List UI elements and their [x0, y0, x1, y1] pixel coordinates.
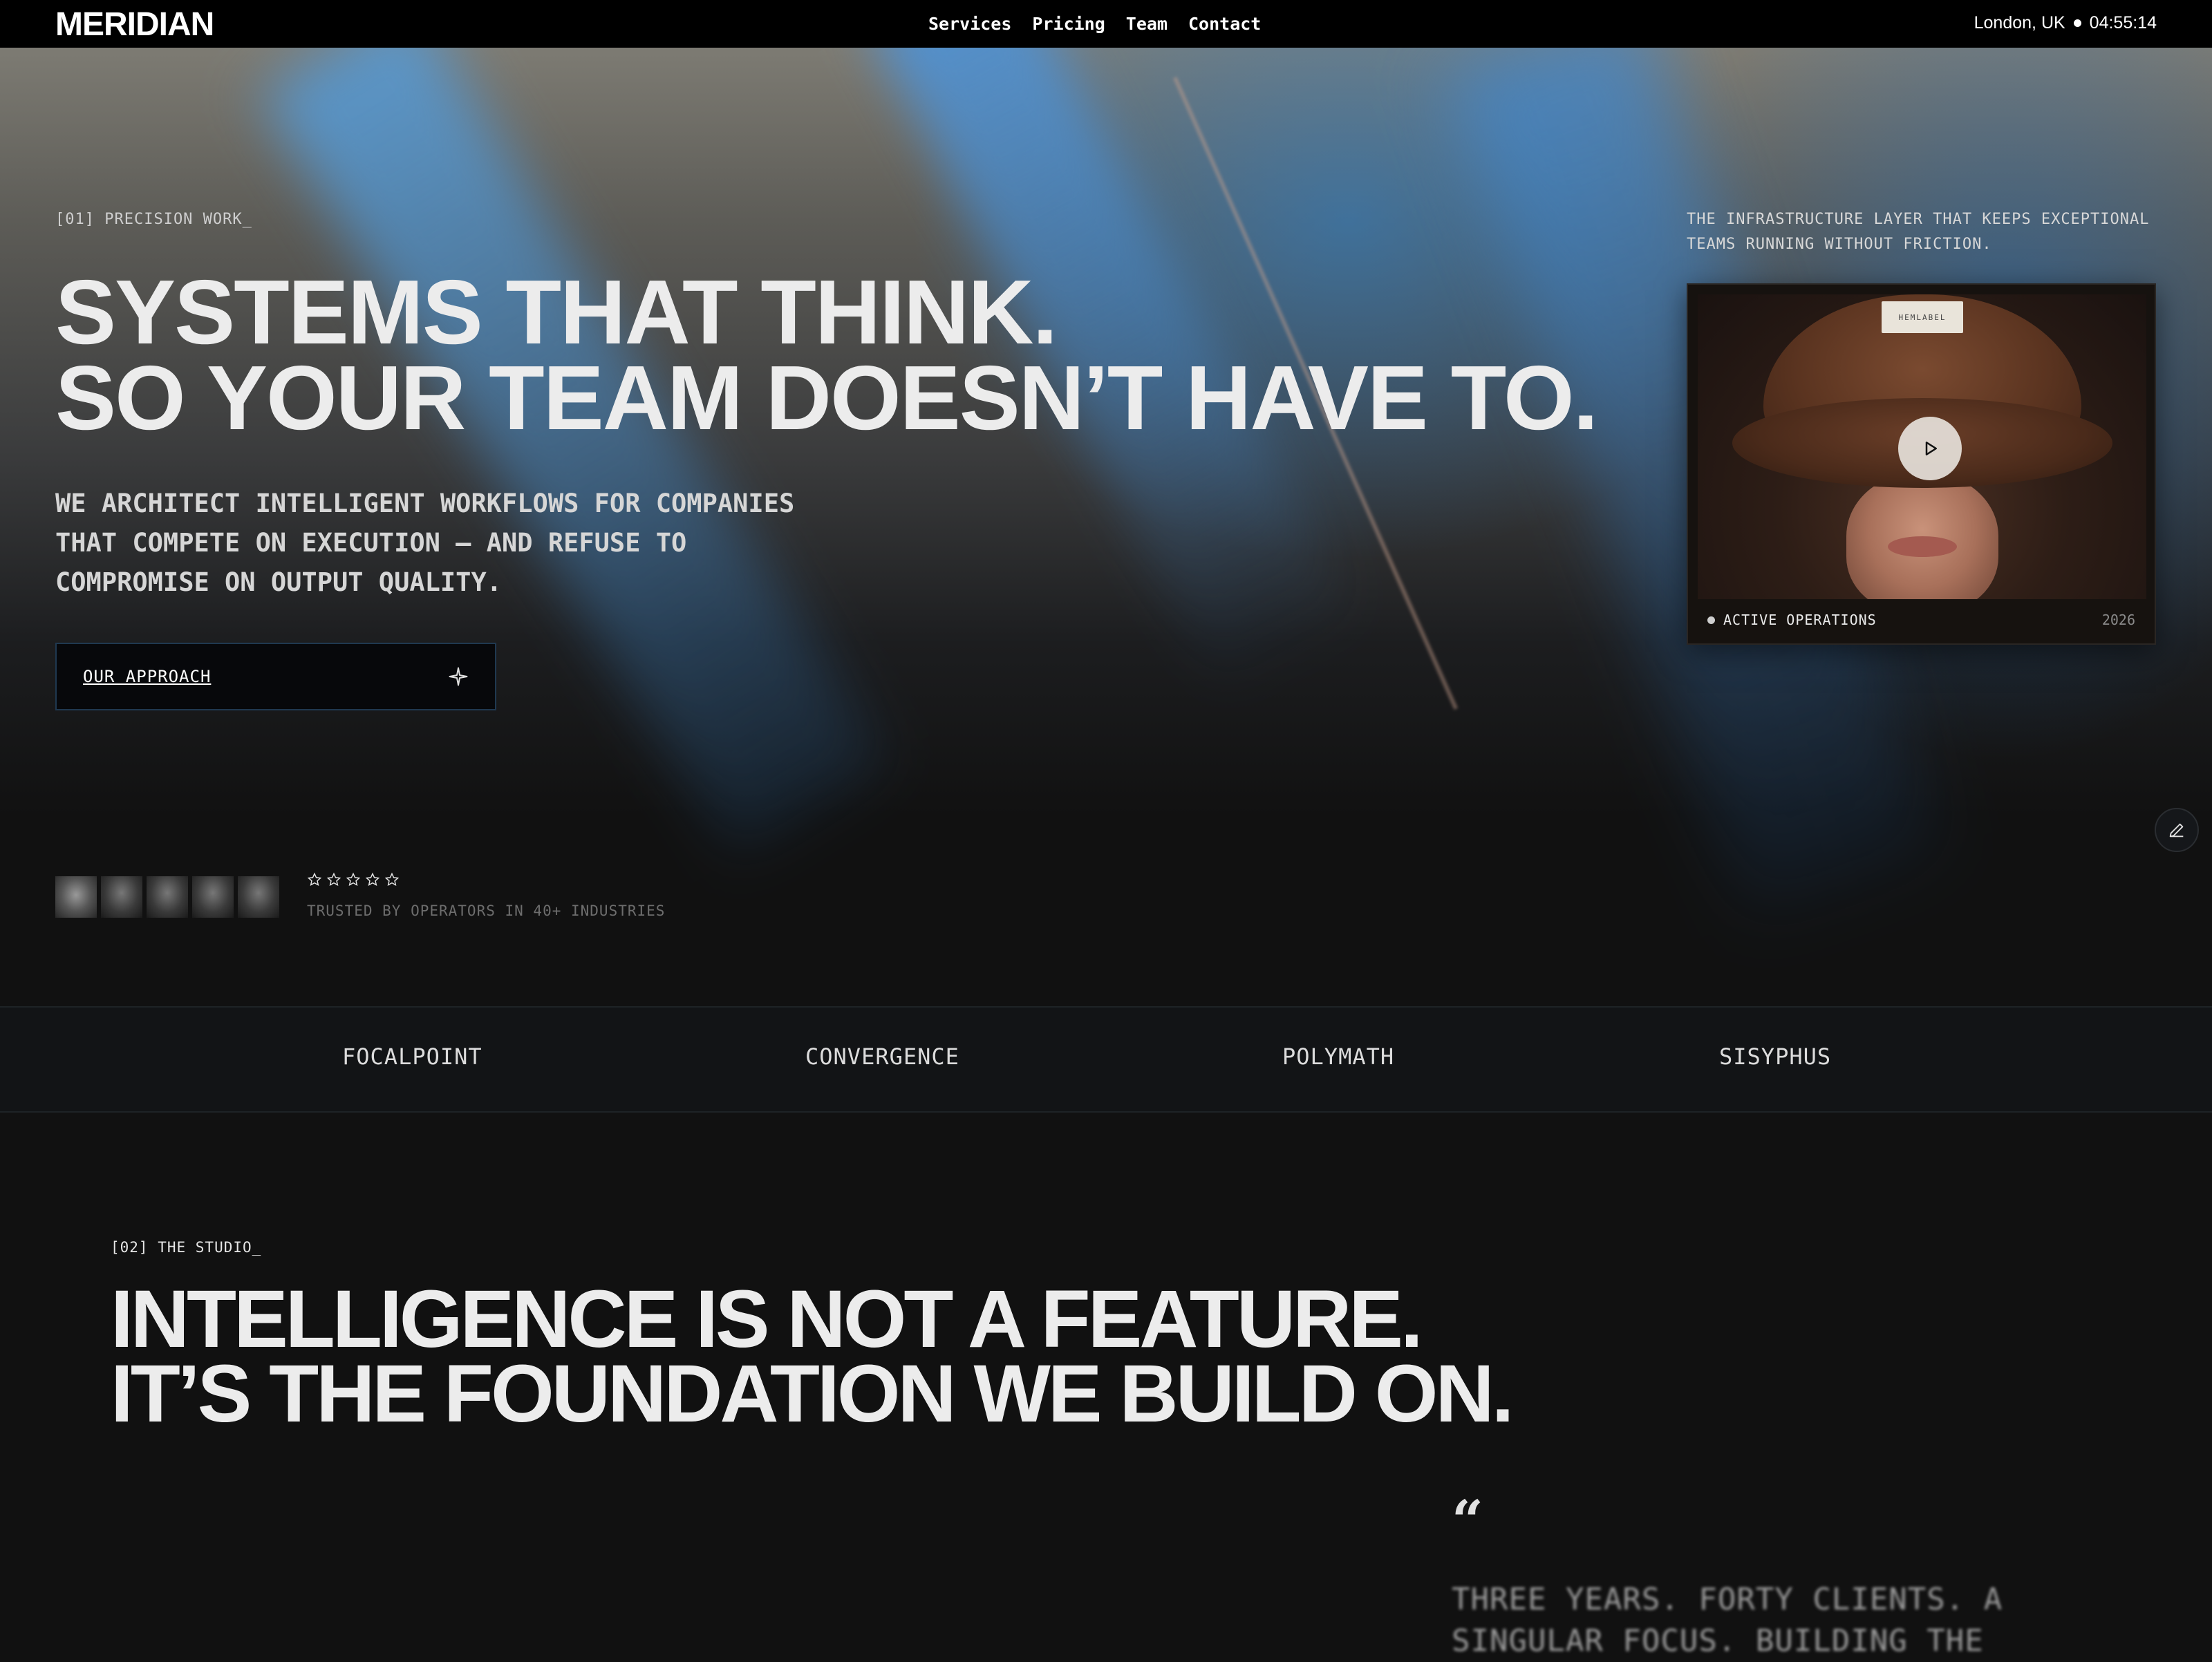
- hero-subcopy: WE ARCHITECT INTELLIGENT WORKFLOWS FOR C…: [55, 489, 795, 597]
- avatar-stack: [55, 876, 279, 918]
- studio-headline-line: INTELLIGENCE IS NOT A FEATURE.: [111, 1274, 1423, 1365]
- avatar: [101, 876, 142, 918]
- our-approach-label: OUR APPROACH: [83, 667, 212, 686]
- time-text: 04:55:14: [2089, 13, 2157, 32]
- status-dot-icon: [1707, 616, 1715, 624]
- nav-pricing[interactable]: Pricing: [1032, 14, 1105, 34]
- hero-eyebrow: [01] PRECISION WORK_: [55, 211, 252, 228]
- media-status-text: ACTIVE OPERATIONS: [1723, 612, 1877, 628]
- media-year: 2026: [2101, 612, 2135, 628]
- media-status: ACTIVE OPERATIONS: [1707, 612, 1877, 628]
- avatar: [192, 876, 234, 918]
- avatar: [55, 876, 97, 918]
- avatar: [147, 876, 188, 918]
- play-button[interactable]: [1898, 417, 1962, 480]
- location-text: London, UK: [1974, 13, 2065, 32]
- nav-contact[interactable]: Contact: [1188, 14, 1261, 34]
- main-nav: Services Pricing Team Contact: [928, 14, 1261, 34]
- light-beam: [259, 48, 888, 857]
- hero-headline: SYSTEMS THAT THINK. SO YOUR TEAM DOESN’T…: [55, 261, 1598, 448]
- separator-dot-icon: [2073, 19, 2081, 27]
- hero-headline-line: SO YOUR TEAM DOESN’T HAVE TO.: [55, 347, 1598, 448]
- video-card[interactable]: HEMLABEL ACTIVE OPERATIONS 2026: [1687, 283, 2156, 645]
- rating: [307, 872, 400, 887]
- nav-team[interactable]: Team: [1126, 14, 1168, 34]
- play-icon: [1925, 442, 1937, 455]
- avatar: [238, 876, 279, 918]
- pencil-icon: [2169, 823, 2184, 838]
- studio-headline: INTELLIGENCE IS NOT A FEATURE. IT’S THE …: [111, 1274, 1514, 1439]
- star-icon: [307, 872, 322, 887]
- star-icon: [365, 872, 380, 887]
- edit-button[interactable]: [2155, 808, 2199, 852]
- studio-headline-line: IT’S THE FOUNDATION WE BUILD ON.: [111, 1348, 1514, 1439]
- brand-logo[interactable]: MERIDIAN: [55, 6, 214, 44]
- star-icon: [346, 872, 361, 887]
- video-thumbnail[interactable]: HEMLABEL: [1698, 294, 2146, 599]
- client-logo-polymath: POLYMATH: [1282, 1044, 1395, 1070]
- trusted-by-text: TRUSTED BY OPERATORS IN 40+ INDUSTRIES: [307, 903, 666, 919]
- client-logo-convergence: CONVERGENCE: [805, 1044, 959, 1070]
- our-approach-button[interactable]: OUR APPROACH: [55, 643, 496, 710]
- client-logo-sisyphus: SISYPHUS: [1719, 1044, 1832, 1070]
- quote-mark-icon: “: [1452, 1488, 1484, 1553]
- testimonial-quote: THREE YEARS. FORTY CLIENTS. A SINGULAR F…: [1452, 1582, 2003, 1659]
- star-icon: [384, 872, 400, 887]
- client-logo-focalpoint: FOCALPOINT: [342, 1044, 482, 1070]
- hero-side-note: THE INFRASTRUCTURE LAYER THAT KEEPS EXCE…: [1687, 211, 2150, 253]
- star-icon: [326, 872, 341, 887]
- studio-eyebrow: [02] THE STUDIO_: [111, 1239, 262, 1256]
- sparkle-icon: [449, 667, 468, 686]
- star-rating: [307, 872, 400, 887]
- location-clock: London, UK 04:55:14: [1974, 13, 2157, 33]
- hat-label: HEMLABEL: [1882, 301, 1963, 333]
- top-bar: MERIDIAN Services Pricing Team Contact L…: [0, 0, 2212, 48]
- nav-services[interactable]: Services: [928, 14, 1011, 34]
- client-logo-strip: FOCALPOINT CONVERGENCE POLYMATH SISYPHUS: [0, 1006, 2212, 1113]
- portrait-lips: [1888, 536, 1957, 557]
- hero-headline-line: SYSTEMS THAT THINK.: [55, 261, 1058, 363]
